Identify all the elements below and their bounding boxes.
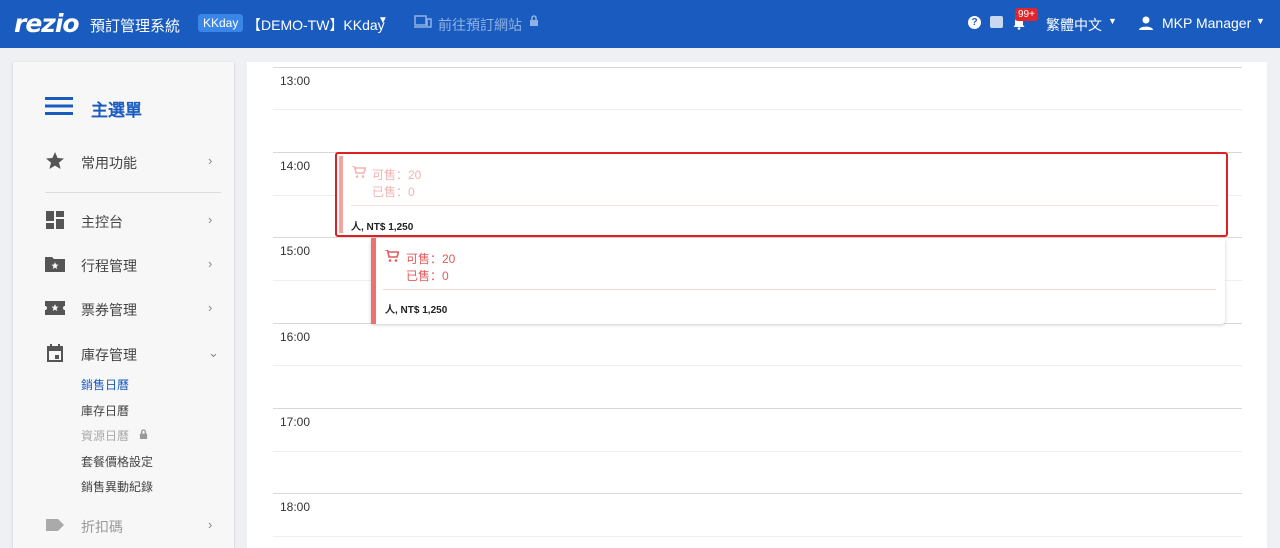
hour-label: 18:00: [280, 500, 311, 514]
hour-label: 16:00: [280, 330, 311, 344]
sidebar-subitem-inventory-calendar[interactable]: 庫存日曆: [81, 402, 129, 419]
calendar-event-selected[interactable]: 可售：20 已售：0 人, NT$ 1,250: [335, 152, 1228, 237]
sidebar-divider: [45, 192, 221, 193]
hour-label: 15:00: [280, 244, 311, 258]
chevron-right-icon: ›: [208, 153, 213, 168]
half-hour-gridline: [273, 109, 1242, 110]
event-divider: [383, 289, 1216, 290]
sidebar-subitem-sales-calendar[interactable]: 銷售日曆: [81, 376, 129, 393]
hour-gridline: [273, 67, 1242, 68]
folder-star-icon: [45, 257, 65, 272]
chevron-down-icon: ⌄: [208, 345, 219, 360]
lock-icon: [530, 15, 538, 26]
event-color-bar: [339, 156, 343, 233]
rezio-logo[interactable]: rezio: [14, 9, 80, 38]
language-selector[interactable]: 繁體中文: [1046, 15, 1102, 35]
chevron-right-icon: ›: [208, 300, 213, 315]
sidebar-item-label: 行程管理: [81, 258, 137, 274]
event-divider: [351, 205, 1218, 206]
app-title: 預訂管理系統: [90, 18, 181, 35]
sidebar-title: 主選單: [91, 101, 142, 120]
half-hour-gridline: [273, 536, 1242, 537]
caret-down-icon[interactable]: ▼: [1108, 16, 1117, 26]
sidebar-item-label: 庫存管理: [81, 347, 137, 363]
hour-gridline: [273, 493, 1242, 494]
sidebar-item-dashboard[interactable]: 主控台 ›: [13, 205, 234, 235]
goto-booking-site-link[interactable]: 前往預訂網站: [438, 15, 522, 35]
hamburger-menu-icon[interactable]: [45, 96, 73, 116]
chevron-right-icon: ›: [208, 256, 213, 271]
cart-icon: [352, 166, 366, 178]
store-selector[interactable]: 【DEMO-TW】KKday: [247, 15, 385, 35]
channel-badge: KKday: [198, 14, 244, 32]
sold-count: 已售：0: [372, 185, 415, 199]
sidebar-item-label: 票券管理: [81, 302, 137, 318]
help-icon[interactable]: ?: [968, 16, 981, 29]
sidebar-item-favorites[interactable]: 常用功能 ›: [13, 146, 234, 176]
available-count: 可售：20: [406, 252, 456, 266]
calendar-icon: [47, 344, 63, 362]
star-icon: [46, 152, 64, 169]
chevron-right-icon: ›: [208, 212, 213, 227]
sidebar-item-label: 折扣碼: [81, 519, 123, 535]
event-price: 人, NT$ 1,250: [385, 305, 448, 316]
calendar-event[interactable]: 可售：20 已售：0 人, NT$ 1,250: [371, 238, 1225, 324]
sold-count: 已售：0: [406, 269, 449, 283]
lock-icon: [139, 429, 148, 439]
user-icon[interactable]: [1138, 15, 1154, 31]
half-hour-gridline: [273, 451, 1242, 452]
chevron-right-icon: ›: [208, 517, 213, 532]
sales-calendar-day-view: 13:00 14:00 15:00 16:00 17:00 18:00 可售：2…: [247, 62, 1267, 548]
sidebar-item-label: 常用功能: [81, 155, 137, 171]
user-menu[interactable]: MKP Manager: [1162, 15, 1251, 31]
hour-label: 17:00: [280, 415, 311, 429]
cart-icon: [385, 250, 399, 262]
sidebar: 主選單 常用功能 › 主控台 › 行程管理 › 票券管理 › 庫存管理 ⌄ 銷售…: [13, 62, 234, 548]
sidebar-item-inventory[interactable]: 庫存管理 ⌄: [13, 338, 234, 368]
half-hour-gridline: [273, 365, 1242, 366]
sidebar-subitem-sales-change-log[interactable]: 銷售異動紀錄: [81, 478, 153, 495]
hour-label: 13:00: [280, 74, 311, 88]
hour-gridline: [273, 408, 1242, 409]
devices-icon[interactable]: [414, 15, 432, 29]
sidebar-item-tickets[interactable]: 票券管理 ›: [13, 293, 234, 323]
sidebar-item-label: 主控台: [81, 214, 123, 230]
hour-label: 14:00: [280, 159, 311, 173]
notification-count-badge: 99+: [1015, 8, 1038, 21]
dashboard-icon: [46, 211, 64, 229]
event-color-bar: [371, 238, 376, 324]
event-price: 人, NT$ 1,250: [351, 222, 414, 233]
sidebar-subitem-resource-calendar: 資源日曆: [81, 429, 130, 443]
feedback-icon[interactable]: [990, 16, 1003, 28]
tag-icon: [46, 519, 64, 531]
sidebar-subitem-package-pricing[interactable]: 套餐價格設定: [81, 453, 153, 470]
sidebar-item-discount-codes[interactable]: 折扣碼 ›: [13, 510, 234, 540]
available-count: 可售：20: [372, 168, 422, 182]
sidebar-item-tours[interactable]: 行程管理 ›: [13, 249, 234, 279]
caret-down-icon[interactable]: ▼: [378, 15, 388, 26]
caret-down-icon[interactable]: ▼: [1256, 16, 1265, 26]
top-bar: rezio 預訂管理系統 KKday 【DEMO-TW】KKday ▼ 前往預訂…: [0, 0, 1280, 48]
ticket-icon: [45, 301, 65, 315]
